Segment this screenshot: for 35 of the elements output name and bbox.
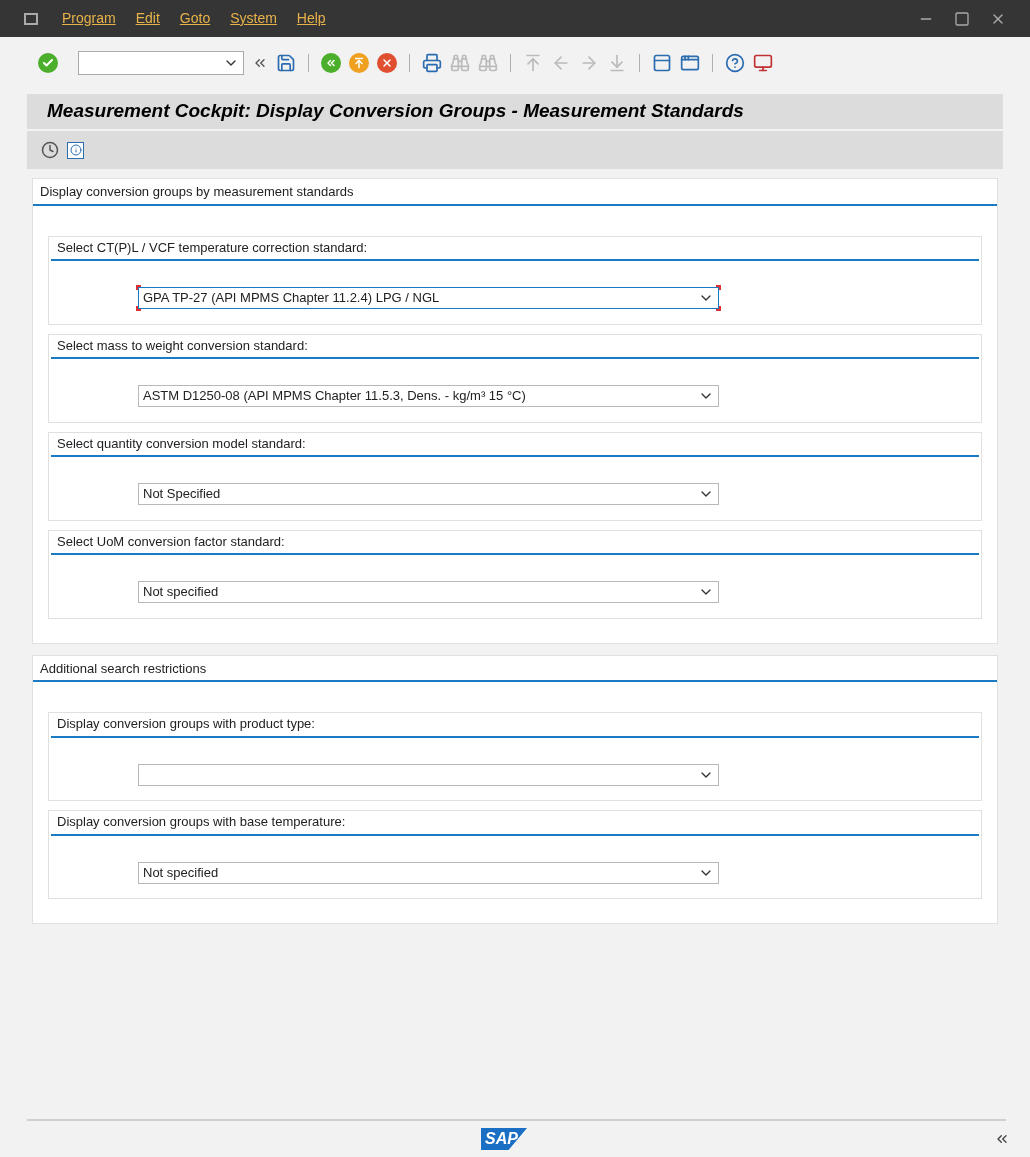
menu-item[interactable]: Goto [179, 8, 211, 29]
group-label: Select mass to weight conversion standard: [57, 337, 308, 353]
menu-icon[interactable] [24, 12, 38, 25]
dropdown-field[interactable]: Not specified [138, 581, 719, 603]
dropdown-field[interactable]: Not specified [138, 861, 719, 884]
info-icon[interactable] [67, 141, 84, 159]
group-label: Select UoM conversion factor standard: [57, 533, 285, 549]
menu-item[interactable]: Help [296, 8, 326, 29]
up-icon[interactable] [349, 53, 369, 73]
group-label: Display conversion groups with base temperature: [57, 814, 346, 829]
cancel-icon[interactable] [377, 53, 397, 73]
help-icon[interactable] [725, 53, 745, 73]
section-heading: Additional search restrictions [40, 660, 207, 676]
back-icon[interactable] [321, 53, 341, 73]
menu-item[interactable]: Edit [135, 8, 160, 29]
new-window-icon[interactable] [652, 53, 672, 73]
menu-item[interactable]: System [230, 8, 277, 29]
command-field[interactable] [78, 51, 244, 75]
printer-icon[interactable] [422, 53, 442, 73]
group-label: Select quantity conversion model standard: [57, 435, 306, 451]
dropdown-field[interactable]: ASTM D1250-08 (API MPMS Chapter 11.5.3, Dens. - kg/m³ 15 °C) [138, 385, 719, 407]
logo: SAP [481, 1128, 527, 1150]
maximize-icon[interactable] [954, 10, 970, 27]
page-title: Measurement Cockpit: Display Conversion Groups - Measurement Standards [47, 99, 744, 124]
group-label: Select CT(P)L / VCF temperature correction standard: [57, 239, 368, 255]
dropdown-field[interactable] [138, 763, 719, 786]
shortcut-icon[interactable] [680, 53, 700, 73]
dropdown-field[interactable]: Not Specified [138, 483, 719, 505]
save-icon[interactable] [276, 53, 296, 73]
menu-item[interactable]: Program [62, 8, 116, 29]
dropdown-field[interactable]: GPA TP-27 (API MPMS Chapter 11.2.4) LPG / NGL [138, 287, 719, 309]
monitor-icon[interactable] [753, 53, 773, 73]
check-icon[interactable] [38, 53, 58, 73]
group-label: Display conversion groups with product type: [57, 716, 315, 731]
section-heading: Display conversion groups by measurement standards [40, 184, 354, 199]
